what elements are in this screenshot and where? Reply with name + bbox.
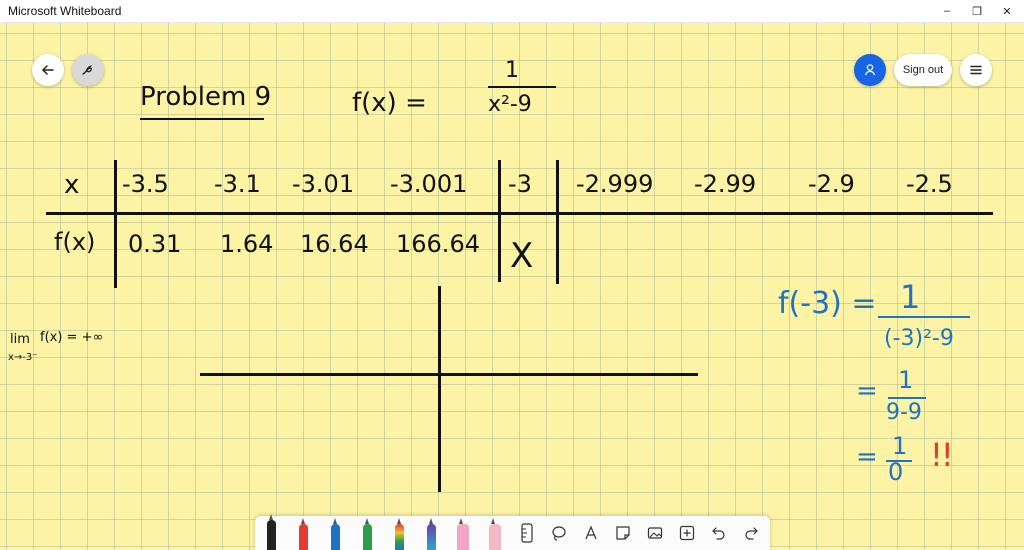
galaxy-pen-icon [426,518,436,550]
settings-menu-button[interactable] [960,54,992,86]
ink-swirl-icon [82,65,92,75]
function-denominator: x²-9 [488,92,532,117]
table-x-header: x [64,170,80,200]
blue-pen-icon [330,518,340,550]
sticky-note-icon [616,526,630,540]
undo-icon [712,527,725,540]
side-work-fraction-bar-2 [888,397,926,399]
limit-subscript: x→-3⁻ [8,352,38,363]
maximize-icon: ❐ [972,5,982,18]
x-value-cell: -3.1 [214,170,261,198]
sign-out-label: Sign out [902,64,944,76]
x-value-cell: -2.999 [576,170,654,198]
ruler-tool[interactable] [511,516,543,550]
fraction-bar [488,86,556,88]
black-pen-tool[interactable] [255,514,287,550]
add-content-tool[interactable] [671,516,703,550]
side-work-lhs: f(-3) = [778,286,877,321]
y-axis-line [438,286,441,492]
table-divider-2 [498,160,501,282]
maximize-button[interactable]: ❐ [960,0,994,22]
galaxy-pen-tool[interactable] [415,516,447,550]
black-pen-icon [266,514,276,550]
ruler-icon [521,523,533,543]
title-bar: Microsoft Whiteboard – ❐ ✕ [0,0,1024,23]
function-lhs: f(x) = [352,88,427,118]
x-value-cell: -3.01 [292,170,355,198]
close-button[interactable]: ✕ [990,0,1024,22]
fx-value-cell: 166.64 [396,230,480,258]
table-divider-3 [556,160,559,284]
x-value-cell: -3.001 [390,170,468,198]
x-value-cell: -3 [508,170,532,198]
title-underline [140,118,264,120]
user-icon [864,64,876,76]
eraser-tool[interactable] [479,516,511,550]
redo-button[interactable] [735,516,767,550]
side-work-numerator-3: 1 [892,432,908,460]
side-work-denominator-2: 9-9 [886,400,922,425]
side-work-numerator-2: 1 [898,366,914,394]
account-button[interactable] [854,54,886,86]
side-work-numerator-1: 1 [900,278,921,316]
x-axis-line [200,373,698,376]
image-icon [647,527,663,539]
window-title: Microsoft Whiteboard [8,4,122,18]
x-value-cell: -2.9 [808,170,855,198]
table-divider-1 [114,160,117,288]
fx-value-cell: X [510,236,534,276]
table-fx-header: f(x) [54,228,96,256]
limit-lim: lim [10,332,30,347]
rainbow-pen-tool[interactable] [383,516,415,550]
eraser-icon [489,518,501,550]
highlighter-tool[interactable] [447,516,479,550]
fx-value-cell: 0.31 [128,230,182,258]
green-pen-icon [362,518,372,550]
arrow-left-icon [41,65,54,75]
hamburger-menu-icon [970,65,982,75]
x-value-cell: -2.5 [906,170,953,198]
table-horizontal-rule [46,212,993,215]
ink-toolbar [255,514,770,550]
function-numerator: 1 [505,58,519,83]
ink-beautify-button[interactable] [72,54,104,86]
x-value-cell: -3.5 [122,170,169,198]
limit-expression: f(x) = +∞ [40,330,104,345]
minimize-button[interactable]: – [930,0,964,22]
undefined-mark: !! [930,436,954,474]
lasso-icon [552,526,566,541]
back-button[interactable] [32,54,64,86]
red-pen-tool[interactable] [287,516,319,550]
side-work-denominator-3: 0 [888,458,904,486]
blue-pen-tool[interactable] [319,516,351,550]
side-work-equals-2: = [856,376,878,406]
side-work-fraction-bar-1 [878,316,970,318]
side-work-denominator-1: (-3)²-9 [884,326,954,351]
text-icon [585,525,597,540]
note-tool[interactable] [607,516,639,550]
fx-value-cell: 16.64 [300,230,369,258]
text-tool[interactable] [575,516,607,550]
undo-button[interactable] [703,516,735,550]
problem-title: Problem 9 [140,82,272,112]
fx-value-cell: 1.64 [220,230,274,258]
side-work-equals-3: = [856,442,878,472]
image-tool[interactable] [639,516,671,550]
lasso-tool[interactable] [543,516,575,550]
green-pen-tool[interactable] [351,516,383,550]
sign-out-button[interactable]: Sign out [894,54,952,86]
close-icon: ✕ [1002,5,1012,18]
redo-icon [745,527,758,540]
plus-box-icon [679,525,695,541]
minimize-icon: – [943,5,951,17]
rainbow-pen-icon [394,518,404,550]
highlighter-icon [457,518,469,550]
red-pen-icon [298,518,308,550]
x-value-cell: -2.99 [694,170,757,198]
